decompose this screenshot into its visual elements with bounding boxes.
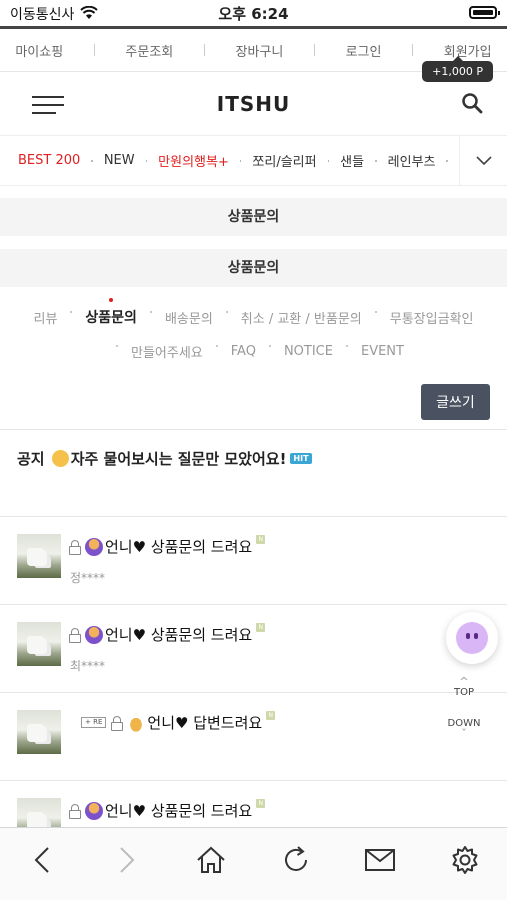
lock-icon bbox=[111, 715, 124, 731]
category-happiness[interactable]: 만원의행복+ bbox=[158, 151, 229, 170]
browser-toolbar bbox=[0, 827, 507, 900]
post-author: 최**** bbox=[70, 659, 106, 673]
chevron-down-icon[interactable] bbox=[459, 135, 507, 186]
category-slippers[interactable]: 쪼리/슬리퍼 bbox=[252, 151, 316, 170]
board-title: 상품문의 bbox=[0, 249, 507, 287]
tab-faq[interactable]: FAQ bbox=[231, 344, 256, 359]
settings-icon[interactable] bbox=[445, 840, 485, 880]
ghost-chat-icon bbox=[456, 622, 488, 654]
person-raising-hand-icon bbox=[85, 537, 103, 556]
divider bbox=[203, 44, 205, 56]
clock: 오후 6:24 bbox=[218, 5, 289, 23]
refresh-icon[interactable] bbox=[276, 840, 316, 880]
reply-badge: + RE bbox=[81, 717, 107, 728]
list-item[interactable]: 언니♥ 상품문의 드려요 N 최**** bbox=[0, 605, 507, 693]
board-tabs: 리뷰 상품문의 배송문의 취소 / 교환 / 반품문의 무통장입금확인 만들어주… bbox=[0, 298, 507, 368]
tab-shipping-inquiry[interactable]: 배송문의 bbox=[165, 308, 213, 327]
tab-notice[interactable]: NOTICE bbox=[284, 344, 333, 359]
tab-product-inquiry[interactable]: 상품문의 bbox=[85, 298, 137, 327]
list-item[interactable]: + RE 언니♥ 답변드려요 N bbox=[0, 693, 507, 781]
notice-title: 자주 물어보시는 질문만 모았어요! bbox=[70, 450, 287, 468]
back-icon[interactable] bbox=[22, 840, 62, 880]
category-nav: BEST 200 NEW 만원의행복+ 쪼리/슬리퍼 샌들 레인부츠 bbox=[0, 135, 507, 186]
product-thumbnail bbox=[17, 534, 61, 578]
scroll-top-label: TOP bbox=[453, 687, 474, 698]
post-title: 언니♥ 답변드려요 bbox=[147, 714, 263, 732]
post-title: 언니♥ 상품문의 드려요 bbox=[105, 626, 253, 644]
hit-badge: HIT bbox=[290, 453, 312, 464]
person-raising-hand-icon bbox=[85, 625, 103, 644]
site-logo[interactable]: ITSHU bbox=[0, 92, 507, 116]
tab-make-request[interactable]: 만들어주세요 bbox=[131, 342, 203, 361]
forward-icon[interactable] bbox=[107, 840, 147, 880]
signup-link[interactable]: 회원가입 bbox=[444, 41, 492, 60]
tab-review[interactable]: 리뷰 bbox=[33, 308, 57, 327]
folded-hands-icon bbox=[127, 713, 146, 732]
notice-row[interactable]: 공지 자주 물어보시는 질문만 모았어요! HIT bbox=[0, 429, 507, 517]
divider bbox=[93, 44, 95, 56]
divider bbox=[412, 44, 414, 56]
post-title: 언니♥ 상품문의 드려요 bbox=[105, 538, 253, 556]
category-best200[interactable]: BEST 200 bbox=[18, 153, 80, 168]
mail-icon[interactable] bbox=[360, 840, 400, 880]
notice-prefix: 공지 bbox=[17, 450, 45, 468]
battery-icon bbox=[469, 6, 500, 19]
category-rainboots[interactable]: 레인부츠 bbox=[388, 151, 436, 170]
chevron-down-icon: ˇ bbox=[461, 727, 467, 740]
list-item[interactable]: 언니♥ 상품문의 드려요 N 정**** bbox=[0, 517, 507, 605]
category-sandals[interactable]: 샌들 bbox=[340, 151, 364, 170]
scroll-down-button[interactable]: DOWN ˇ bbox=[445, 718, 483, 739]
section-title: 상품문의 bbox=[0, 198, 507, 236]
category-new[interactable]: NEW bbox=[104, 153, 135, 168]
divider bbox=[313, 44, 315, 56]
write-button[interactable]: 글쓰기 bbox=[421, 384, 490, 420]
order-lookup-link[interactable]: 주문조회 bbox=[125, 41, 173, 60]
lock-icon bbox=[69, 627, 81, 643]
cart-link[interactable]: 장바구니 bbox=[236, 41, 284, 60]
product-thumbnail bbox=[17, 710, 61, 754]
smirk-face-icon bbox=[51, 450, 69, 467]
lock-icon bbox=[69, 803, 81, 819]
post-author: 정**** bbox=[70, 571, 106, 585]
tab-deposit-confirm[interactable]: 무통장입금확인 bbox=[390, 308, 474, 327]
product-thumbnail bbox=[17, 622, 61, 666]
search-icon[interactable] bbox=[461, 92, 483, 114]
new-badge: N bbox=[256, 799, 266, 808]
person-raising-hand-icon bbox=[85, 801, 103, 820]
status-bar: 이동통신사 오후 6:24 bbox=[0, 0, 507, 26]
lock-icon bbox=[69, 539, 81, 555]
tab-cancel-exchange-return[interactable]: 취소 / 교환 / 반품문의 bbox=[241, 308, 362, 327]
scroll-top-button[interactable]: ^ TOP bbox=[445, 675, 483, 698]
new-badge: N bbox=[256, 623, 266, 632]
login-link[interactable]: 로그인 bbox=[346, 41, 382, 60]
new-badge: N bbox=[256, 535, 266, 544]
my-shopping-link[interactable]: 마이쇼핑 bbox=[15, 41, 63, 60]
home-icon[interactable] bbox=[191, 840, 231, 880]
chevron-up-icon: ^ bbox=[459, 675, 469, 688]
tab-event[interactable]: EVENT bbox=[361, 344, 404, 359]
new-badge: N bbox=[266, 711, 276, 720]
post-title: 언니♥ 상품문의 드려요 bbox=[105, 802, 253, 820]
signup-point-tooltip: +1,000 P bbox=[422, 56, 493, 82]
chat-fab-button[interactable] bbox=[446, 612, 498, 664]
